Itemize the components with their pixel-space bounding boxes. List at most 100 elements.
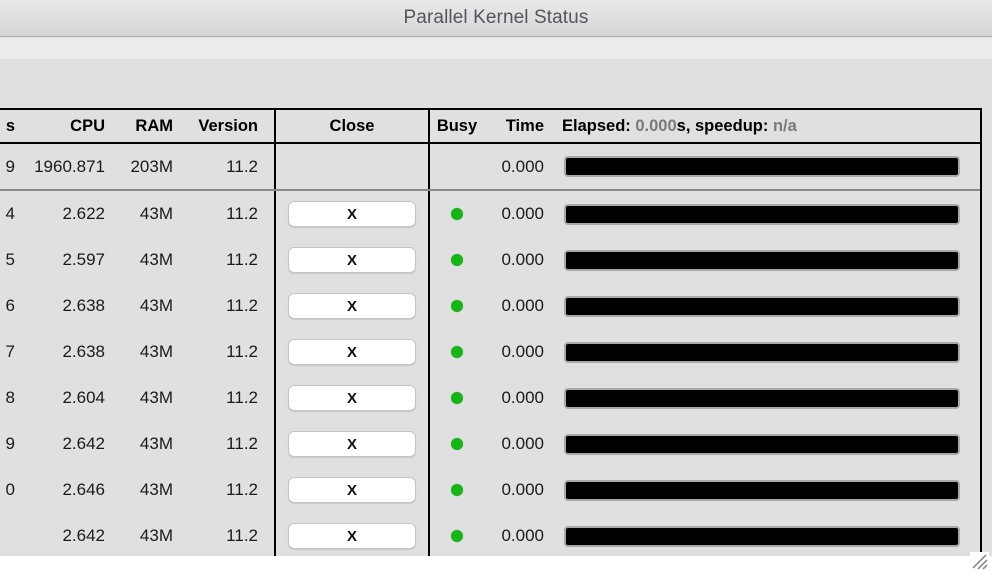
cell-version: 11.2 (226, 480, 258, 499)
cell-progress (550, 203, 980, 225)
cell-cpu: 2.646 (62, 480, 105, 499)
column-header-close-label: Close (329, 116, 375, 135)
cell-time: 0.000 (501, 204, 544, 223)
progress-bar (564, 295, 960, 317)
table-body: 9 1960.871 203M 11.2 0.000 4 2.622 43M 11.2 X 0.00… (0, 144, 980, 559)
column-header-busy[interactable]: Busy (430, 117, 484, 136)
table-row: 7 2.638 43M 11.2 X 0.000 (0, 329, 980, 375)
progress-bar (564, 433, 960, 455)
table-row: 5 2.597 43M 11.2 X 0.000 (0, 237, 980, 283)
cell-id: 9 (5, 156, 15, 176)
close-kernel-button[interactable]: X (288, 523, 416, 549)
cell-time: 0.000 (501, 388, 544, 407)
cell-cpu: 2.638 (62, 342, 105, 361)
cell-close: X (274, 191, 430, 237)
progress-bar (564, 479, 960, 501)
cell-time: 0.000 (501, 342, 544, 361)
cell-progress (550, 433, 980, 455)
progress-bar (564, 341, 960, 363)
window-titlebar[interactable]: Parallel Kernel Status (0, 0, 992, 37)
cell-close: X (274, 329, 430, 375)
cell-id: 0 (5, 480, 15, 499)
cell-progress (550, 387, 980, 409)
cell-progress (550, 295, 980, 317)
cell-close: X (274, 237, 430, 283)
close-kernel-button[interactable]: X (288, 201, 416, 227)
progress-bar (564, 203, 960, 225)
table-row: 8 2.604 43M 11.2 X 0.000 (0, 375, 980, 421)
progress-bar (564, 387, 960, 409)
elapsed-middle: s, speedup: (676, 116, 773, 135)
column-header-close[interactable]: Close (274, 110, 430, 142)
parallel-kernel-status-window: Parallel Kernel Status s CPU RAM Version… (0, 0, 992, 574)
cell-progress (550, 341, 980, 363)
cell-ram: 203M (130, 156, 173, 176)
cell-ram: 43M (139, 342, 173, 361)
cell-progress (550, 156, 980, 177)
cell-progress (550, 479, 980, 501)
cell-time: 0.000 (501, 296, 544, 315)
cell-time: 0.000 (501, 434, 544, 453)
cell-ram: 43M (139, 388, 173, 407)
cell-progress (550, 525, 980, 547)
cell-version: 11.2 (226, 250, 258, 269)
cell-cpu: 2.642 (62, 434, 105, 453)
cell-busy (430, 530, 484, 542)
close-kernel-button[interactable]: X (288, 247, 416, 273)
column-header-cpu[interactable]: CPU (21, 117, 111, 136)
cell-time: 0.000 (501, 480, 544, 499)
cell-busy (430, 392, 484, 404)
cell-ram: 43M (139, 296, 173, 315)
cell-close: X (274, 283, 430, 329)
cell-id: 6 (5, 296, 15, 315)
table-summary-row: 9 1960.871 203M 11.2 0.000 (0, 144, 980, 191)
table-header-row: s CPU RAM Version Close Busy Time Elapse… (0, 110, 980, 144)
column-header-ram[interactable]: RAM (111, 117, 179, 136)
table-row: 2.642 43M 11.2 X 0.000 (0, 513, 980, 559)
cell-version: 11.2 (226, 434, 258, 453)
cell-ram: 43M (139, 204, 173, 223)
busy-indicator-icon (451, 346, 463, 358)
cell-id: 9 (5, 434, 15, 453)
cell-close: X (274, 375, 430, 421)
resize-grip-icon[interactable] (970, 552, 989, 571)
cell-version: 11.2 (226, 204, 258, 223)
elapsed-prefix: Elapsed: (562, 116, 636, 135)
cell-close (274, 144, 430, 189)
busy-indicator-icon (451, 438, 463, 450)
busy-indicator-icon (451, 300, 463, 312)
cell-cpu: 1960.871 (34, 156, 105, 176)
close-kernel-button[interactable]: X (288, 339, 416, 365)
busy-indicator-icon (451, 484, 463, 496)
table-row: 6 2.638 43M 11.2 X 0.000 (0, 283, 980, 329)
cell-ram: 43M (139, 250, 173, 269)
cell-cpu: 2.604 (62, 388, 105, 407)
column-header-time[interactable]: Time (484, 117, 550, 136)
table-row: 9 2.642 43M 11.2 X 0.000 (0, 421, 980, 467)
cell-busy (430, 484, 484, 496)
toolbar-strip (0, 38, 992, 60)
cell-close: X (274, 467, 430, 513)
table-row: 4 2.622 43M 11.2 X 0.000 (0, 191, 980, 237)
cell-close: X (274, 421, 430, 467)
progress-bar (564, 156, 960, 177)
window-bottom-strip (0, 556, 992, 574)
column-header-version[interactable]: Version (179, 117, 274, 136)
busy-indicator-icon (451, 208, 463, 220)
column-header-id[interactable]: s (0, 117, 21, 136)
cell-id: 8 (5, 388, 15, 407)
content-gap (0, 60, 992, 110)
kernel-status-table: s CPU RAM Version Close Busy Time Elapse… (0, 108, 982, 561)
cell-time: 0.000 (501, 526, 544, 545)
close-kernel-button[interactable]: X (288, 385, 416, 411)
cell-version: 11.2 (226, 526, 258, 545)
close-kernel-button[interactable]: X (288, 293, 416, 319)
cell-cpu: 2.622 (62, 204, 105, 223)
cell-progress (550, 249, 980, 271)
cell-version: 11.2 (226, 296, 258, 315)
cell-busy (430, 254, 484, 266)
cell-cpu: 2.642 (62, 526, 105, 545)
speedup-value: n/a (772, 116, 797, 135)
close-kernel-button[interactable]: X (288, 477, 416, 503)
close-kernel-button[interactable]: X (288, 431, 416, 457)
